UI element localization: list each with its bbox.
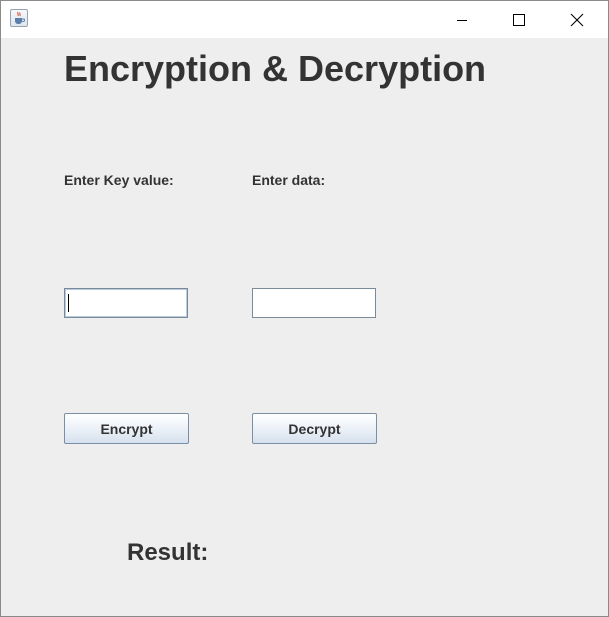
minimize-button[interactable] xyxy=(439,1,485,38)
encrypt-button[interactable]: Encrypt xyxy=(64,413,189,444)
key-input[interactable] xyxy=(64,288,188,318)
maximize-icon xyxy=(513,13,525,26)
key-label: Enter Key value: xyxy=(64,172,174,188)
minimize-icon xyxy=(457,19,467,21)
java-cup-icon[interactable] xyxy=(10,9,28,27)
page-title: Encryption & Decryption xyxy=(64,48,487,89)
data-input[interactable] xyxy=(252,288,376,318)
result-label: Result: xyxy=(127,539,209,566)
app-window: Encryption & Decryption Enter Key value:… xyxy=(0,0,609,617)
decrypt-button[interactable]: Decrypt xyxy=(252,413,377,444)
maximize-button[interactable] xyxy=(496,1,542,38)
data-label: Enter data: xyxy=(252,172,326,188)
close-icon xyxy=(570,13,584,26)
text-caret xyxy=(68,294,69,312)
content-panel: Encryption & Decryption Enter Key value:… xyxy=(1,38,608,616)
title-bar[interactable] xyxy=(1,1,608,38)
close-button[interactable] xyxy=(554,1,600,38)
